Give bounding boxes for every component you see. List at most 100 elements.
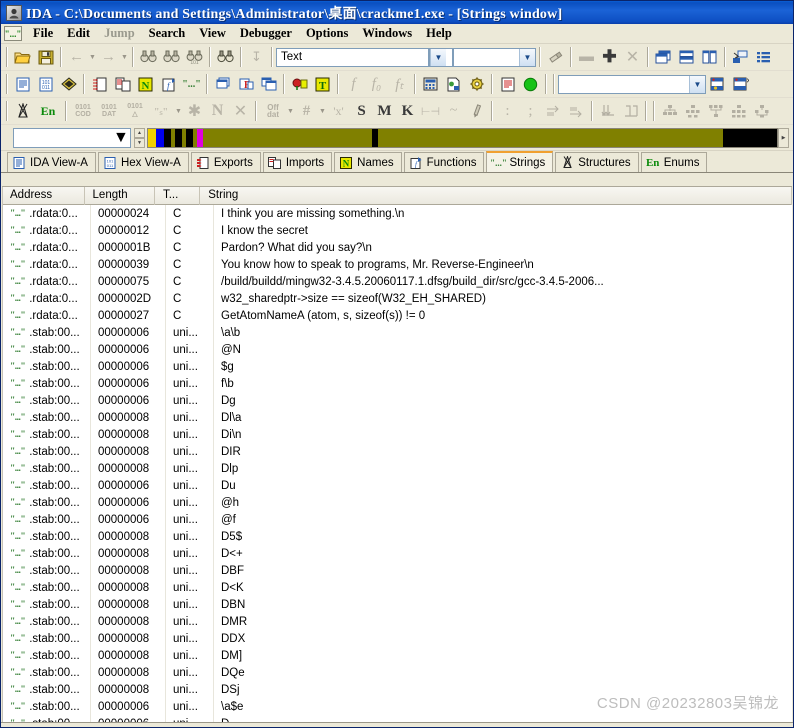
table-row[interactable]: "..." .rdata:0... 00000012 C I know the secr… [2,222,792,239]
table-row[interactable]: "..." .stab:00... 00000008 uni... D<K [2,579,792,596]
tile-horizontal-icon[interactable] [675,46,698,68]
nav-zoom-up-icon[interactable]: ▲ [134,127,145,138]
menu-search[interactable]: Search [142,25,193,42]
minus-icon[interactable]: ▬ [575,46,598,68]
segments-icon[interactable] [257,73,280,95]
menu-edit[interactable]: Edit [60,25,97,42]
enums-red-icon[interactable]: R [234,73,257,95]
keyword-k-icon[interactable]: K [396,100,419,122]
imports-icon[interactable] [111,73,134,95]
table-row[interactable]: "..." .stab:00... 00000008 uni... DSj [2,681,792,698]
table-row[interactable]: "..." .stab:00... 00000008 uni... DDX [2,630,792,647]
strings-icon[interactable]: "..." [180,73,203,95]
tab-imports[interactable]: Imports [262,152,333,172]
script-icon[interactable] [442,73,465,95]
nav-zoom-down-icon[interactable]: ▼ [134,137,145,148]
table-row[interactable]: "..." .stab:00... 00000006 uni... Du [2,477,792,494]
table-row[interactable]: "..." .stab:00... 00000008 uni... DBF [2,562,792,579]
semicolon-icon[interactable]: ; [519,100,542,122]
navigator-color-strip[interactable] [147,127,778,148]
stack-pointer-icon[interactable] [11,100,34,122]
text-view-icon[interactable] [11,73,34,95]
nav-strip-scroll-icon[interactable]: ▶ [778,127,789,148]
tab-functions[interactable]: f Functions [403,152,485,172]
func-ft-icon[interactable]: fₜ [388,73,411,95]
graph4-icon[interactable] [727,100,750,122]
functions-icon[interactable]: f [157,73,180,95]
number-dropdown-arrow-icon[interactable]: ▼ [318,100,327,122]
table-row[interactable]: "..." .rdata:0... 0000002D Cw32_sharedptr->… [2,290,792,307]
undefine-icon[interactable]: ✱ [183,100,206,122]
x-close-icon[interactable]: ✕ [621,46,644,68]
names-icon[interactable]: N [134,73,157,95]
back-dropdown-arrow-icon[interactable]: ▼ [88,46,97,68]
offset-dropdown-arrow-icon[interactable]: ▼ [286,100,295,122]
chevron-down-icon[interactable]: ▼ [113,129,130,147]
menu-options[interactable]: Options [299,25,355,42]
tile-vertical-icon[interactable] [698,46,721,68]
table-row[interactable]: "..." .stab:00... 00000006 uni... \a$e [2,698,792,715]
offset-icon[interactable]: Off dat [260,100,286,122]
en-enums-icon[interactable]: En [34,100,62,122]
run-green-icon[interactable] [519,73,542,95]
jump-down-icon[interactable]: ↧ [245,46,268,68]
func-f0-icon[interactable]: f₀ [365,73,388,95]
binoculars-icon[interactable] [137,46,160,68]
table-row[interactable]: "..." .stab:00... 00000008 uni... Dlp [2,460,792,477]
list-view-icon[interactable] [752,46,775,68]
strings-row-container[interactable]: "..." .rdata:0... 00000024 C I think you are… [2,205,792,727]
menu-help[interactable]: Help [419,25,459,42]
char-x-icon[interactable]: 'x' [327,100,350,122]
column-header-string[interactable]: String [200,187,792,205]
delete-breakpoint-icon[interactable]: ✕ [729,73,752,95]
tab-names[interactable]: N Names [334,152,402,172]
graph-view-icon[interactable] [729,46,752,68]
struct-0101-icon[interactable]: 0101 △ [122,100,148,122]
column-header-address[interactable]: Address [2,187,85,205]
binoculars-hex-icon[interactable]: 101 [183,46,206,68]
output-window-icon[interactable] [496,73,519,95]
table-row[interactable]: "..." .stab:00... 00000008 uni... DQe [2,664,792,681]
problems-icon[interactable] [288,73,311,95]
data-0101-icon[interactable]: 0101 DAT [96,100,122,122]
table-row[interactable]: "..." .stab:00... 00000006 uni... f\b [2,375,792,392]
table-row[interactable]: "..." .stab:00... 00000006 uni... @N [2,341,792,358]
search-filter-dropdown[interactable]: ▼ [453,47,536,67]
arrow-left-icon[interactable]: ← [65,46,88,68]
diamond-proximity-icon[interactable] [57,73,80,95]
nav-zoom-spinner[interactable]: ▲ ▼ [134,127,145,148]
table-row[interactable]: "..." .rdata:0... 00000075 C/build/buildd/m… [2,273,792,290]
colon-icon[interactable]: : [496,100,519,122]
menu-windows[interactable]: Windows [355,25,419,42]
column-header-type[interactable]: T... [155,187,201,205]
table-row[interactable]: "..." .stab:00... 00000006 uni... Dg [2,392,792,409]
menu-view[interactable]: View [192,25,233,42]
tab-strings[interactable]: "..." Strings [486,151,554,172]
code-0101-icon[interactable]: 0101 COD [70,100,96,122]
chevron-down-icon[interactable]: ▼ [689,75,705,93]
string-s2-icon[interactable]: S [350,100,373,122]
plugins-gear-icon[interactable] [465,73,488,95]
array-icon[interactable]: ⊢⊣ [419,100,442,122]
search-mode-dropdown[interactable]: ▼ [429,47,453,67]
name-n-icon[interactable]: N [206,100,229,122]
graph5-icon[interactable] [750,100,773,122]
chevron-down-icon[interactable]: ▼ [430,48,446,66]
type-library-icon[interactable]: T [311,73,334,95]
binoculars-next-icon[interactable] [160,46,183,68]
table-row[interactable]: "..." .stab:00... 00000008 uni... DIR [2,443,792,460]
table-row[interactable]: "..." .rdata:0... 00000024 C I think you are… [2,205,792,222]
graph3-icon[interactable] [704,100,727,122]
table-row[interactable]: "..." .stab:00... 00000008 uni... DMR [2,613,792,630]
table-row[interactable]: "..." .stab:00... 00000008 uni... Dl\a [2,409,792,426]
eraser-icon[interactable] [544,46,567,68]
string-s-icon[interactable]: "ₛ" [148,100,174,122]
pencil-icon[interactable] [465,100,488,122]
table-row[interactable]: "..." .stab:00... 00000008 uni... DBN [2,596,792,613]
forward-dropdown-arrow-icon[interactable]: ▼ [120,46,129,68]
graph1-icon[interactable] [658,100,681,122]
cascade-windows-icon[interactable] [652,46,675,68]
tilde-icon[interactable]: ~ [442,100,465,122]
table-row[interactable]: "..." .stab:00... 00000008 uni... D5$ [2,528,792,545]
menu-jump[interactable]: Jump [97,25,142,42]
